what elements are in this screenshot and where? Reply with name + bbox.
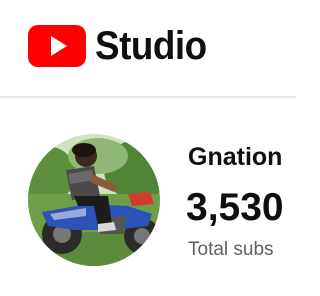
subscriber-count: 3,530 [186, 186, 284, 229]
subscriber-label: Total subs [188, 239, 274, 260]
studio-wordmark: Studio [95, 24, 207, 68]
youtube-studio-logo[interactable]: Studio [28, 22, 216, 70]
youtube-play-icon [28, 25, 86, 67]
avatar-image [28, 134, 160, 266]
channel-avatar[interactable] [28, 134, 160, 266]
channel-name: Gnation [188, 143, 283, 171]
app-header: Studio [0, 0, 296, 96]
channel-summary: Gnation 3,530 Total subs [0, 98, 296, 296]
